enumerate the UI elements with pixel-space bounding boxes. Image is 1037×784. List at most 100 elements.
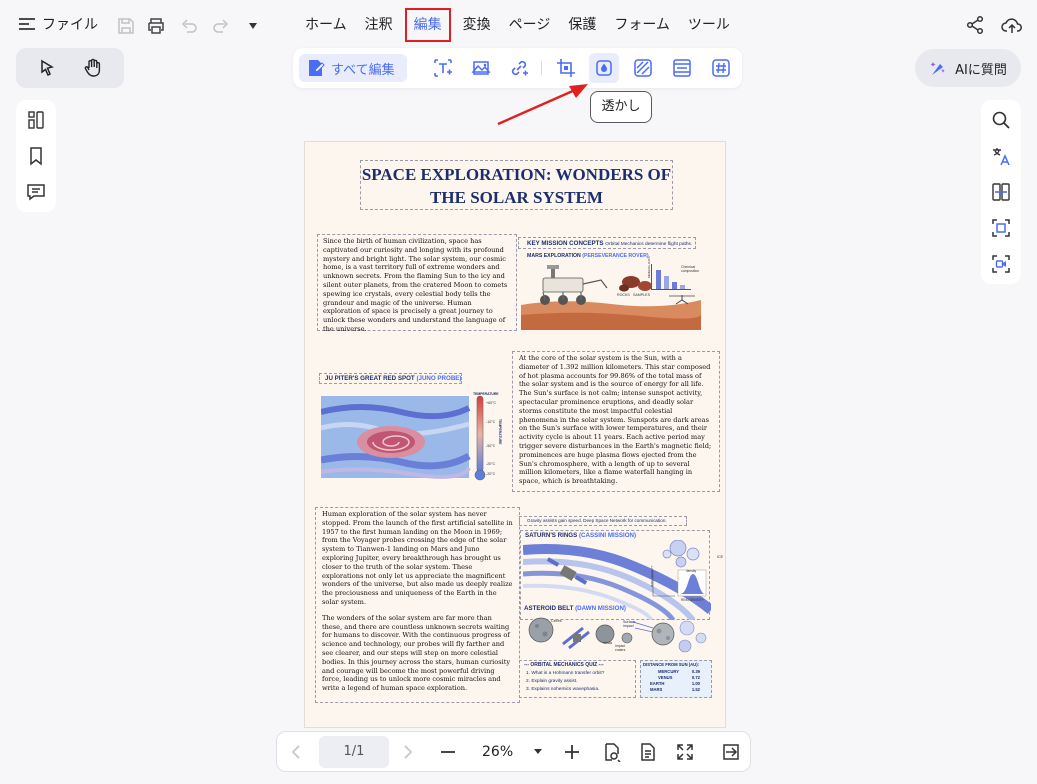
menu-form[interactable]: フォーム xyxy=(608,8,676,42)
dropdown-caret-icon[interactable] xyxy=(242,15,264,37)
bookmark-icon[interactable] xyxy=(27,146,45,166)
right-sidebar xyxy=(981,100,1021,284)
exploration-paragraphs[interactable]: Human exploration of the solar system ha… xyxy=(315,507,520,703)
add-text-icon[interactable] xyxy=(431,56,455,80)
selection-tools xyxy=(16,48,124,88)
mars-label-samples: SAMPLES xyxy=(633,293,650,297)
zoom-dropdown-icon[interactable] xyxy=(527,741,549,763)
redo-icon[interactable] xyxy=(210,15,232,37)
key-mission-heading: KEY MISSION CONCEPTS Orbital Mechanics d… xyxy=(527,240,693,247)
mars-rover-illustration xyxy=(521,264,701,330)
quiz-item-2: 2. Explain gravity assist. xyxy=(526,679,578,684)
top-right-actions xyxy=(965,15,1023,35)
quiz-item-3: 3. Explains nohemics wavephasia. xyxy=(526,687,600,692)
asteroid-label-ceres: Ceres xyxy=(551,618,562,623)
saturn-label-density: density xyxy=(686,569,697,573)
intro-paragraph[interactable]: Since the birth of human civilization, s… xyxy=(317,234,517,333)
saturn-label-axis: RING DENSITY xyxy=(650,565,654,587)
crop-page-icon[interactable] xyxy=(554,56,578,80)
compare-icon[interactable] xyxy=(991,182,1011,202)
zoom-level[interactable]: 26% xyxy=(482,744,513,760)
temp-label-5: -20°C xyxy=(486,472,496,476)
menu-edit[interactable]: 編集 xyxy=(404,8,451,42)
distance-table: MERCURY 0.39 VENUS 0.72 EARTH 1.00 MARS 1.52 xyxy=(650,669,700,693)
jupiter-red-spot-illustration xyxy=(321,396,471,479)
cloud-upload-icon[interactable] xyxy=(1001,15,1023,35)
temperature-thermometer-icon xyxy=(474,395,486,481)
add-image-icon[interactable] xyxy=(469,56,493,80)
print-icon[interactable] xyxy=(145,15,167,37)
watermark-tooltip: 透かし xyxy=(590,91,652,123)
undo-icon[interactable] xyxy=(178,15,200,37)
exploration-paragraph-1: Human exploration of the solar system ha… xyxy=(322,510,513,606)
mars-label-chemical: Chemical composition xyxy=(681,265,700,273)
ocr-scan-icon[interactable] xyxy=(991,218,1011,238)
edit-document-icon xyxy=(307,59,325,77)
mars-label-rocks: ROCKS xyxy=(617,293,630,297)
document-title: SPACE EXPLORATION: WONDERS OF THE SOLAR … xyxy=(361,165,672,207)
ai-sparkle-icon xyxy=(929,59,947,77)
page-indicator[interactable]: 1/1 xyxy=(319,736,389,768)
watermark-button[interactable] xyxy=(589,53,619,83)
share-icon[interactable] xyxy=(965,15,985,35)
menu-annotate[interactable]: 注釈 xyxy=(359,8,399,42)
sun-paragraph[interactable]: At the core of the solar system is the S… xyxy=(512,351,720,492)
watermark-drop-icon xyxy=(595,59,613,77)
rotate-view-icon[interactable] xyxy=(601,741,623,763)
zoom-in-icon[interactable] xyxy=(561,741,583,763)
menu-convert[interactable]: 変換 xyxy=(457,8,497,42)
bottom-navigation-bar: 1/1 26% xyxy=(276,731,751,772)
menu-protect[interactable]: 保護 xyxy=(562,8,602,42)
saturn-heading: SATURN'S RINGS (CASSINI MISSION) xyxy=(525,532,637,539)
file-menu-label: ファイル xyxy=(42,17,98,33)
temp-label-1: +60°C xyxy=(486,401,497,405)
hamburger-icon xyxy=(18,17,36,31)
menu-tools[interactable]: ツール xyxy=(682,8,736,42)
saturn-label-ice: ICE xyxy=(717,555,723,559)
edit-all-button[interactable]: すべて編集 xyxy=(299,54,407,82)
menu-home[interactable]: ホーム xyxy=(299,8,353,42)
exploration-paragraph-2: The wonders of the solar system are far … xyxy=(322,613,511,693)
ai-ask-button[interactable]: AIに質問 xyxy=(915,49,1021,87)
page-layout-icon[interactable] xyxy=(637,741,659,763)
bates-number-icon[interactable] xyxy=(709,56,733,80)
menu-page[interactable]: ページ xyxy=(503,8,557,42)
translate-icon[interactable] xyxy=(991,146,1011,166)
mars-heading: MARS EXPLORATION (PERSEVERANCE ROVER) xyxy=(527,253,649,259)
hand-tool-icon[interactable] xyxy=(84,58,102,78)
asteroid-label-craters: Impact craters xyxy=(615,644,626,652)
main-menu: ホーム 注釈 編集 変換 ページ 保護 フォーム ツール xyxy=(296,8,739,42)
search-icon[interactable] xyxy=(991,110,1011,130)
file-menu[interactable]: ファイル xyxy=(18,14,98,34)
screen-record-icon[interactable] xyxy=(991,254,1011,274)
asteroid-heading: ASTEROID BELT (DAWN MISSION) xyxy=(524,605,626,612)
top-bar: ファイル ホーム 注釈 編集 変換 ページ 保護 フォーム ツール xyxy=(0,0,1037,50)
temp-label-title: TEMPERATURE xyxy=(473,392,499,396)
collapse-panel-icon[interactable] xyxy=(720,741,742,763)
mars-label-mineral: MINERAL DATA xyxy=(647,256,651,278)
distance-row: MARS 1.52 xyxy=(650,687,700,692)
asteroid-label-vesta: Vesta xyxy=(603,641,612,645)
save-icon[interactable] xyxy=(115,15,137,37)
red-pointer-arrow xyxy=(497,84,588,126)
quiz-item-1: 1. What is a Hohmann transfer orbit? xyxy=(526,671,605,676)
comment-icon[interactable] xyxy=(26,182,46,202)
background-icon[interactable] xyxy=(631,56,655,80)
thumbnails-icon[interactable] xyxy=(26,110,46,130)
header-footer-icon[interactable] xyxy=(670,56,694,80)
distance-heading: DISTANCE FROM SUN (AU): xyxy=(643,662,699,667)
document-page[interactable]: SPACE EXPLORATION: WONDERS OF THE SOLAR … xyxy=(304,141,726,728)
zoom-out-icon[interactable] xyxy=(437,741,459,763)
left-sidebar xyxy=(16,100,56,212)
asteroid-label-impact: Surface impact xyxy=(623,620,636,628)
fit-screen-icon[interactable] xyxy=(674,741,696,763)
add-link-icon[interactable] xyxy=(507,56,531,80)
next-page-icon[interactable] xyxy=(397,741,419,763)
edit-all-label: すべて編集 xyxy=(331,62,395,78)
select-cursor-icon[interactable] xyxy=(38,59,56,77)
jupiter-heading: JU PITER'S GREAT RED SPOT (JUNO PROBE) xyxy=(325,375,462,382)
prev-page-icon[interactable] xyxy=(285,741,307,763)
temp-label-2: -10°C xyxy=(486,420,496,424)
title-box[interactable]: SPACE EXPLORATION: WONDERS OF THE SOLAR … xyxy=(360,160,673,210)
quiz-heading: --- ORBITAL MECHANICS QUIZ --- xyxy=(524,662,604,668)
